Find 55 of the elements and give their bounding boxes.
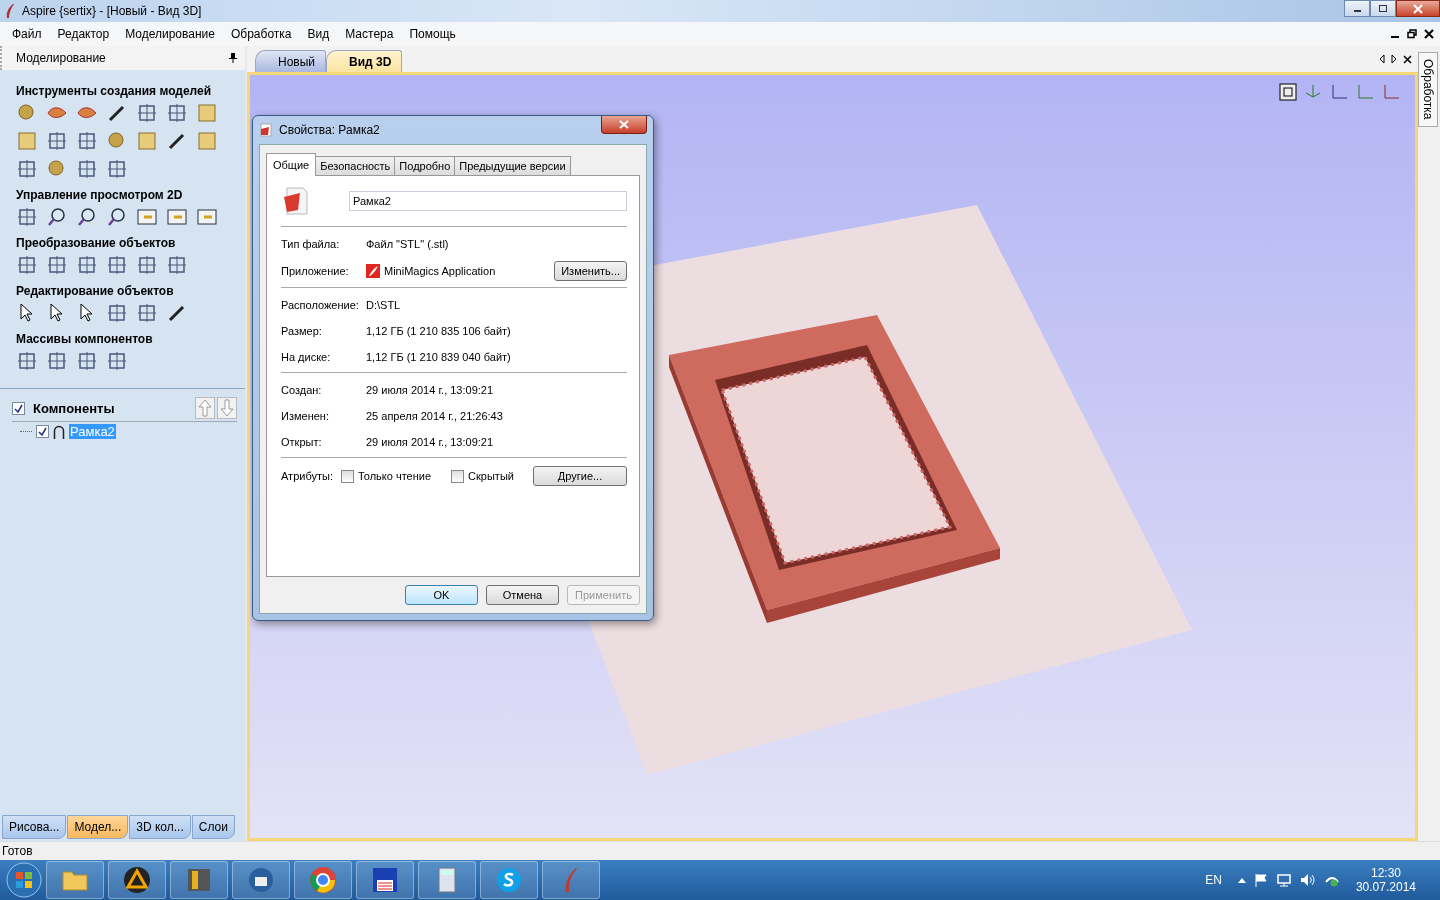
panel-tab[interactable]: 3D кол... — [129, 815, 191, 839]
section-heading: Управление просмотром 2D — [16, 188, 184, 202]
document-tab[interactable]: Новый — [255, 50, 327, 72]
menu-item[interactable]: Мастера — [337, 27, 402, 41]
property-value: 1,12 ГБ (1 210 839 040 байт) — [366, 351, 511, 363]
change-button[interactable]: Изменить... — [554, 261, 627, 281]
section-heading: Массивы компонентов — [16, 332, 154, 346]
property-value: 1,12 ГБ (1 210 835 106 байт) — [366, 325, 511, 337]
section-heading: Инструменты создания моделей — [16, 84, 213, 98]
property-value: 25 апреля 2014 г., 21:26:43 — [366, 410, 503, 422]
property-value: 29 июля 2014 г., 13:09:21 — [366, 384, 494, 396]
dialog-button[interactable]: OK — [405, 585, 478, 605]
dialog-title: Свойства: Рамка2 — [279, 123, 380, 137]
side-tab[interactable]: Обработка — [1418, 52, 1438, 127]
clock-date[interactable]: 30.07.2014 — [1355, 880, 1416, 894]
menu-item[interactable]: Моделирование — [117, 27, 223, 41]
dialog-tab[interactable]: Общие — [266, 153, 317, 176]
checkbox-label[interactable]: Скрытый — [468, 470, 514, 482]
document-tab[interactable]: Вид 3D — [326, 50, 403, 72]
dialog-button[interactable]: Отмена — [486, 585, 559, 605]
property-label: Изменен: — [281, 410, 330, 422]
section-heading: Редактирование объектов — [16, 284, 175, 298]
dialog-tab[interactable]: Безопасность — [315, 156, 396, 175]
property-label: Расположение: — [281, 299, 360, 311]
menu-item[interactable]: Редактор — [49, 27, 118, 41]
property-label: На диске: — [281, 351, 332, 363]
menu-item[interactable]: Обработка — [222, 27, 300, 41]
panel-tab[interactable]: Слои — [191, 815, 235, 839]
panel-title: Моделирование — [16, 51, 106, 65]
status-text: Готов — [2, 844, 33, 858]
advanced-button[interactable]: Другие... — [533, 466, 627, 486]
components-heading: Компоненты — [33, 400, 115, 416]
property-label: Приложение: — [281, 265, 350, 277]
property-label: Создан: — [281, 384, 323, 396]
attributes-label: Атрибуты: — [281, 470, 333, 482]
property-label: Размер: — [281, 325, 323, 337]
panel-tab[interactable]: Модел... — [67, 815, 129, 839]
menu-item[interactable]: Помощь — [401, 27, 464, 41]
panel-tab[interactable]: Рисова... — [2, 815, 67, 839]
property-value: MiniMagics Application — [384, 265, 496, 277]
property-value: Файл "STL" (.stl) — [366, 238, 449, 250]
checkbox-label[interactable]: Только чтение — [357, 470, 432, 482]
property-value: D:\STL — [366, 299, 401, 311]
language-indicator[interactable]: EN — [1205, 873, 1222, 887]
menu-item[interactable]: Файл — [4, 27, 50, 41]
menu-item[interactable]: Вид — [299, 27, 338, 41]
window-title: Aspire {sertix} - [Новый - Вид 3D] — [22, 4, 202, 18]
dialog-tab[interactable]: Подробно — [394, 156, 456, 175]
dialog-tab[interactable]: Предыдущие версии — [454, 156, 571, 175]
property-label: Открыт: — [281, 436, 323, 448]
section-heading: Преобразование объектов — [16, 236, 177, 250]
property-value: 29 июля 2014 г., 13:09:21 — [366, 436, 494, 448]
clock-time[interactable]: 12:30 — [1370, 866, 1401, 880]
name-field[interactable]: Рамка2 — [349, 191, 627, 211]
property-label: Тип файла: — [281, 238, 341, 250]
